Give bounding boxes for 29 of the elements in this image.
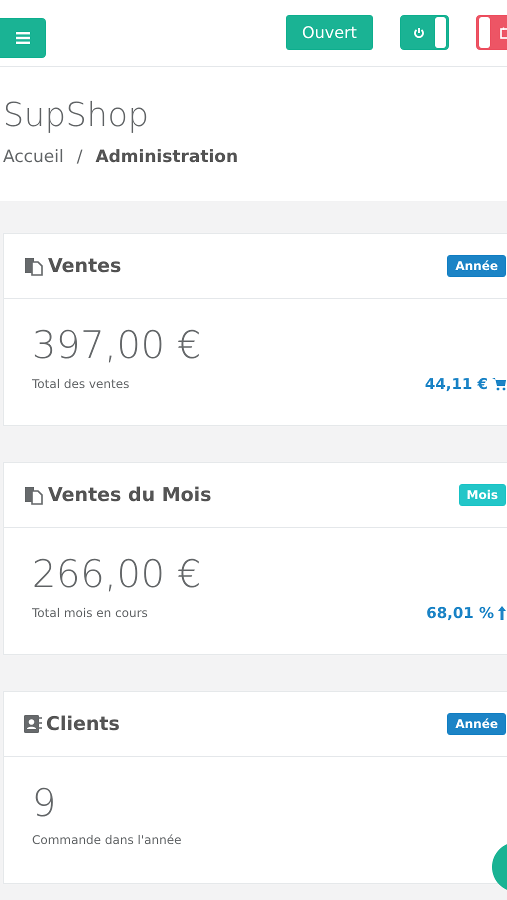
toggle-knob [435, 17, 446, 48]
contact-card-icon [24, 714, 42, 734]
stat-change: 44,11 € [424, 374, 488, 395]
stat-change: 68,01 % [426, 603, 494, 624]
menu-icon [16, 32, 30, 44]
breadcrumb-separator: / [76, 146, 82, 169]
stat-value: 397,00 € [32, 322, 202, 369]
cart-icon [492, 377, 506, 392]
arrow-up-icon [498, 606, 506, 620]
period-badge: Année [447, 713, 506, 735]
stat-caption: Total des ventes [32, 376, 130, 394]
documents-icon [24, 256, 44, 276]
breadcrumb-link[interactable]: Administration [95, 145, 238, 170]
period-badge: Mois [458, 484, 506, 506]
card-title: Clients [46, 712, 120, 737]
power-icon [413, 26, 425, 38]
stat-value: 266,00 € [32, 551, 202, 598]
stat-value: 9 [32, 780, 58, 827]
breadcrumb-link[interactable]: Accueil [3, 145, 64, 170]
menu-button[interactable] [0, 18, 46, 58]
stat-caption: Total mois en cours [32, 605, 148, 622]
power-toggle[interactable] [400, 15, 449, 50]
stat-caption: Commande dans l'année [32, 832, 182, 849]
page-title: SupShop [3, 95, 150, 135]
card-title: Ventes [48, 254, 122, 279]
period-badge: Année [447, 255, 506, 277]
card-title: Ventes du Mois [48, 482, 212, 508]
documents-icon [24, 485, 44, 505]
toggle-knob [479, 17, 490, 48]
